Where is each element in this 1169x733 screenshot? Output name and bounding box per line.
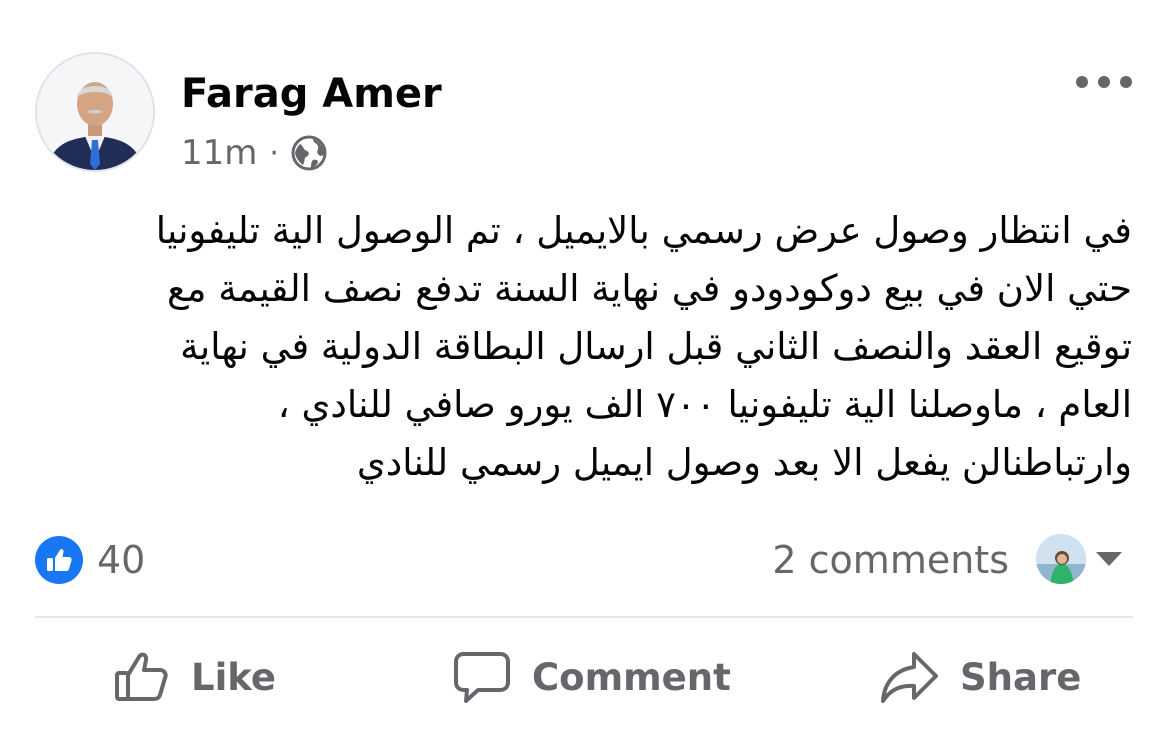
post-meta: 11m · [181, 132, 327, 174]
more-options-button[interactable] [1076, 66, 1132, 98]
like-button[interactable]: Like [113, 648, 276, 706]
author-photo [37, 54, 153, 170]
author-avatar[interactable] [35, 52, 155, 172]
post-text: في انتظار وصول عرض رسمي بالايميل ، تم ال… [155, 209, 1132, 484]
like-reaction-icon [35, 536, 83, 584]
actions-divider [35, 616, 1133, 618]
comment-bubble-icon [454, 652, 510, 703]
share-button[interactable]: Share [878, 648, 1081, 706]
post-time[interactable]: 11m [181, 133, 257, 173]
thumbs-up-icon [47, 548, 72, 571]
share-arrow-icon [881, 652, 938, 703]
more-options-icon [1076, 76, 1088, 88]
author-name[interactable]: Farag Amer [181, 70, 442, 118]
commenter-avatar[interactable] [1036, 534, 1086, 584]
like-count: 40 [97, 538, 146, 582]
reactions-summary[interactable]: 40 [35, 536, 145, 584]
comments-count-link[interactable]: 2 comments [772, 536, 1009, 584]
comment-button-label: Comment [532, 655, 731, 699]
facebook-post: Farag Amer 11m · في انتظار وصول عرض رسمي… [0, 0, 1169, 733]
comment-button[interactable]: Comment [452, 648, 731, 706]
chevron-down-icon[interactable] [1096, 552, 1122, 566]
meta-separator: · [269, 135, 279, 171]
more-options-icon-dot [1098, 76, 1110, 88]
like-button-label: Like [191, 655, 276, 699]
more-options-icon-dot [1120, 76, 1132, 88]
commenter-photo [1036, 534, 1086, 584]
thumbs-up-outline-icon [115, 652, 168, 701]
globe-icon[interactable] [291, 135, 327, 171]
share-button-label: Share [960, 655, 1082, 699]
